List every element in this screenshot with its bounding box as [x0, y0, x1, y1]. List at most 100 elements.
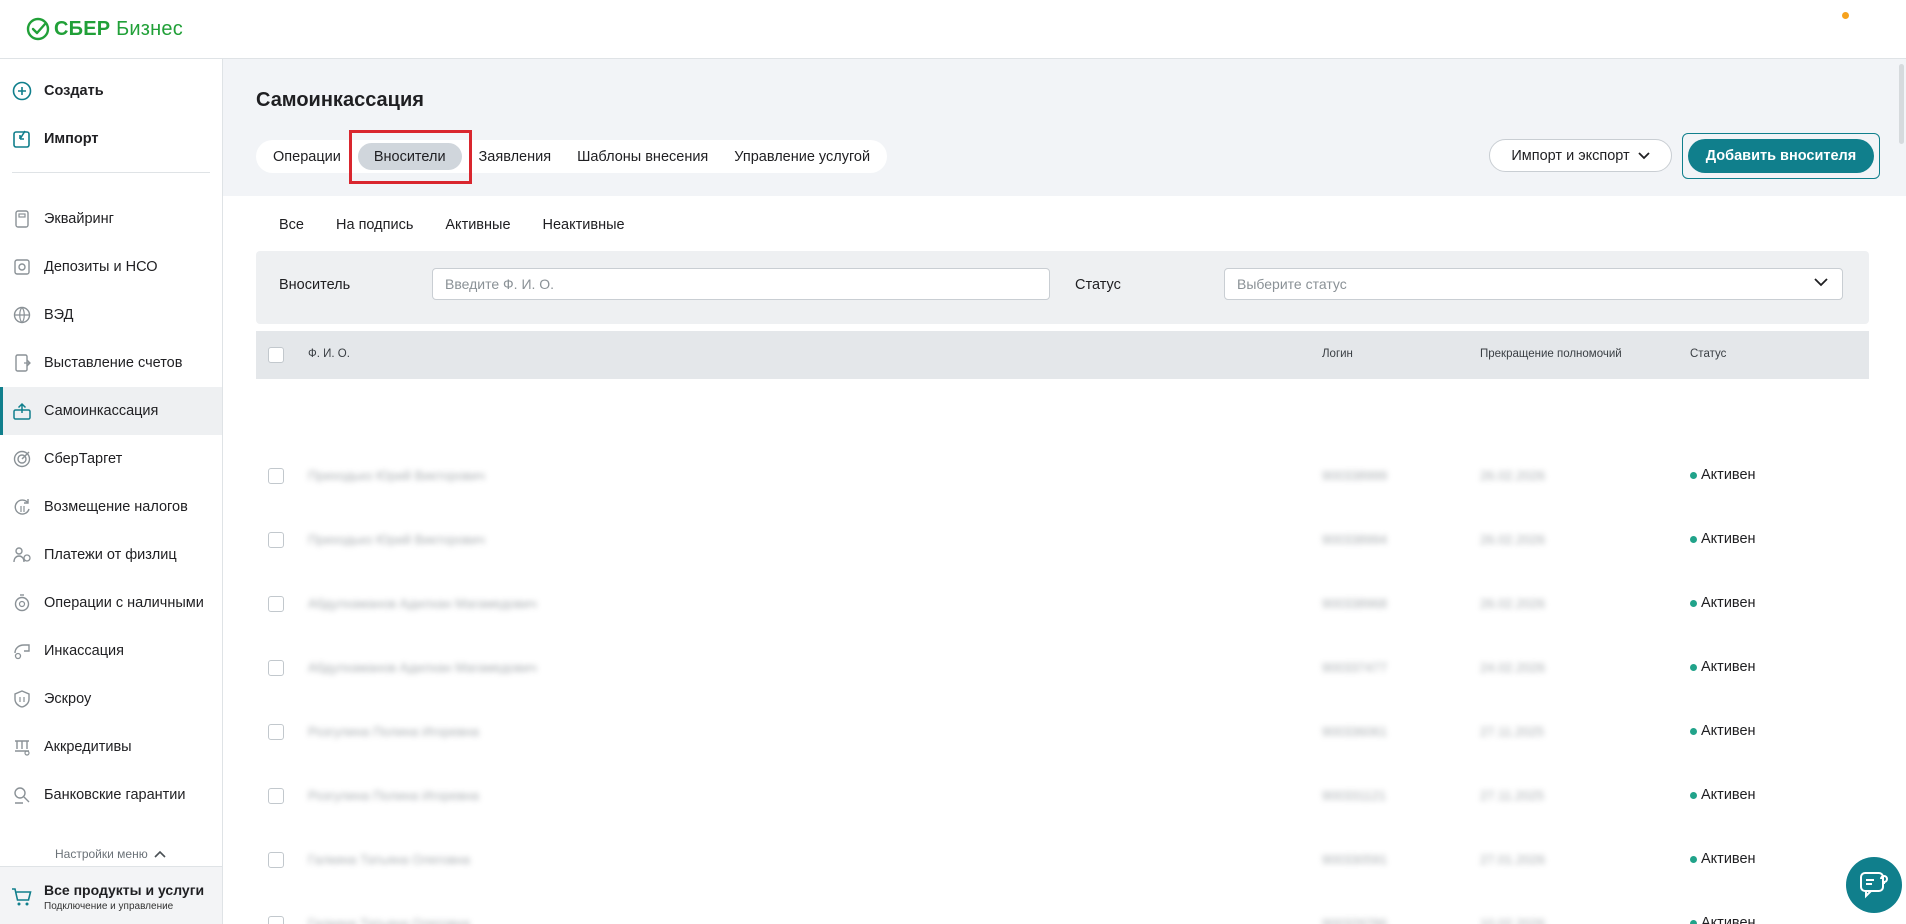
row-termination-date: 26.02.2026	[1480, 532, 1546, 547]
row-login: 900338994	[1322, 532, 1388, 547]
table-row[interactable]: Абдулхаманов Адилхан Магамедович 9003374…	[256, 636, 1869, 700]
people-payments-icon	[10, 543, 34, 567]
row-login: 900337477	[1322, 660, 1388, 675]
subtab-active[interactable]: Активные	[429, 217, 526, 251]
tab-operations[interactable]: Операции	[260, 143, 354, 170]
status-dot	[1690, 855, 1697, 863]
row-login: 900338999	[1322, 468, 1388, 483]
sidebar-item-label: СберТаргет	[44, 451, 123, 467]
sidebar-item-ved[interactable]: ВЭД	[0, 291, 222, 339]
sidebar-item-individual-payments[interactable]: Платежи от физлиц	[0, 531, 222, 579]
add-carrier-focus-ring: Добавить вносителя	[1682, 133, 1880, 179]
table-row[interactable]: Галкина Татьяна Олеговна 900330591 27.01…	[256, 828, 1869, 892]
sidebar-item-self-collection[interactable]: Самоинкассация	[0, 387, 222, 435]
collection-icon	[10, 639, 34, 663]
column-header-termination: Прекращение полномочий	[1480, 348, 1622, 360]
chat-help-icon	[1860, 872, 1888, 899]
row-termination-date: 24.02.2026	[1480, 660, 1546, 675]
status-text: Активен	[1701, 851, 1756, 867]
page-title: Самоинкассация	[256, 89, 424, 111]
status-badge: Активен	[1690, 659, 1756, 675]
chevron-down-icon	[1814, 278, 1828, 287]
status-select-placeholder: Выберите статус	[1237, 276, 1347, 292]
table-row[interactable]: Розгулина Полина Игоревна 900336061 27.1…	[256, 700, 1869, 764]
column-header-name: Ф. И. О.	[308, 348, 350, 360]
chevron-up-icon	[154, 850, 166, 858]
sidebar-item-escrow[interactable]: Эскроу	[0, 675, 222, 723]
row-checkbox[interactable]	[268, 468, 284, 484]
top-bar: СБЕР Бизнес	[0, 0, 1906, 59]
subtab-to-sign[interactable]: На подпись	[320, 217, 429, 251]
status-badge: Активен	[1690, 467, 1756, 483]
row-checkbox[interactable]	[268, 724, 284, 740]
sidebar-item-acquiring[interactable]: Эквайринг	[0, 195, 222, 243]
sidebar-item-letters-of-credit[interactable]: Аккредитивы	[0, 723, 222, 771]
sidebar-item-sbertarget[interactable]: СберТаргет	[0, 435, 222, 483]
sber-business-logo[interactable]: СБЕР Бизнес	[26, 17, 183, 41]
status-text: Активен	[1701, 467, 1756, 483]
status-dot	[1690, 535, 1697, 543]
tab-deposit-templates[interactable]: Шаблоны внесения	[564, 143, 721, 170]
cart-icon	[12, 888, 32, 906]
sidebar-item-collection[interactable]: Инкассация	[0, 627, 222, 675]
sidebar-item-cash-operations[interactable]: Операции с наличными	[0, 579, 222, 627]
row-checkbox[interactable]	[268, 532, 284, 548]
row-checkbox[interactable]	[268, 916, 284, 924]
menu-settings-toggle[interactable]: Настройки меню	[55, 847, 166, 861]
status-dot	[1690, 727, 1697, 735]
status-select[interactable]: Выберите статус	[1224, 268, 1843, 300]
sidebar-item-tax-refund[interactable]: Возмещение налогов	[0, 483, 222, 531]
sidebar-item-label: Самоинкассация	[44, 403, 159, 419]
sidebar-item-label: Выставление счетов	[44, 355, 183, 371]
sidebar-item-bank-guarantees[interactable]: Банковские гарантии	[0, 771, 222, 819]
subtab-all[interactable]: Все	[263, 217, 320, 254]
page-scrollbar[interactable]	[1899, 64, 1904, 144]
row-login: 900336061	[1322, 724, 1388, 739]
tab-service-management[interactable]: Управление услугой	[721, 143, 883, 170]
carrier-search-input[interactable]: Введите Ф. И. О.	[432, 268, 1050, 300]
sidebar-create[interactable]: Создать	[0, 67, 222, 115]
sidebar-import-label: Импорт	[44, 131, 99, 147]
row-termination-date: 27.11.2025	[1480, 724, 1545, 739]
status-dot	[1690, 471, 1697, 479]
table-row[interactable]: Приходько Юрий Викторович 900338994 26.0…	[256, 508, 1869, 572]
tab-carriers[interactable]: Вносители	[357, 143, 462, 170]
row-login: 900331121	[1322, 788, 1387, 803]
target-icon	[10, 447, 34, 471]
row-checkbox[interactable]	[268, 660, 284, 676]
tab-applications[interactable]: Заявления	[466, 143, 565, 170]
brand-name: СБЕР	[54, 17, 111, 40]
row-checkbox[interactable]	[268, 596, 284, 612]
table-row[interactable]: Приходько Юрий Викторович 900338999 26.0…	[256, 444, 1869, 508]
notification-dot[interactable]	[1842, 12, 1849, 19]
row-name: Приходько Юрий Викторович	[308, 468, 485, 483]
sidebar-item-deposits[interactable]: Депозиты и НСО	[0, 243, 222, 291]
row-checkbox[interactable]	[268, 852, 284, 868]
row-checkbox[interactable]	[268, 788, 284, 804]
status-dot	[1690, 599, 1697, 607]
brand-suffix: Бизнес	[116, 17, 183, 40]
all-products-link[interactable]: Все продукты и услуги Подключение и упра…	[0, 866, 222, 924]
row-name: Галкина Татьяна Олеговна	[308, 852, 470, 867]
table-row[interactable]: Галкина Татьяна Олеговна 900329786 10.02…	[256, 892, 1869, 924]
select-all-checkbox[interactable]	[268, 347, 284, 363]
sidebar-item-invoicing[interactable]: Выставление счетов	[0, 339, 222, 387]
status-dot	[1690, 791, 1697, 799]
cash-deposit-icon	[10, 399, 34, 423]
invoice-icon	[10, 351, 34, 375]
status-subtabs: Все На подпись Активные Неактивные	[263, 217, 641, 254]
row-name: Галкина Татьяна Олеговна	[308, 916, 470, 924]
subtab-inactive[interactable]: Неактивные	[527, 217, 641, 251]
support-chat-button[interactable]	[1846, 857, 1902, 913]
row-name: Абдулхаманов Адилхан Магамедович	[308, 660, 537, 675]
sidebar-import[interactable]: Импорт	[0, 115, 222, 163]
import-export-label: Импорт и экспорт	[1511, 147, 1630, 164]
all-products-title: Все продукты и услуги	[44, 882, 205, 898]
add-carrier-button[interactable]: Добавить вносителя	[1688, 139, 1874, 173]
table-row[interactable]: Абдулхаманов Адилхан Магамедович 9003389…	[256, 572, 1869, 636]
import-export-button[interactable]: Импорт и экспорт	[1489, 139, 1672, 172]
table-row[interactable]: Розгулина Полина Игоревна 900331121 27.1…	[256, 764, 1869, 828]
import-icon	[10, 127, 34, 151]
carrier-filter-label: Вноситель	[279, 277, 351, 293]
row-termination-date: 27.01.2026	[1480, 852, 1546, 867]
